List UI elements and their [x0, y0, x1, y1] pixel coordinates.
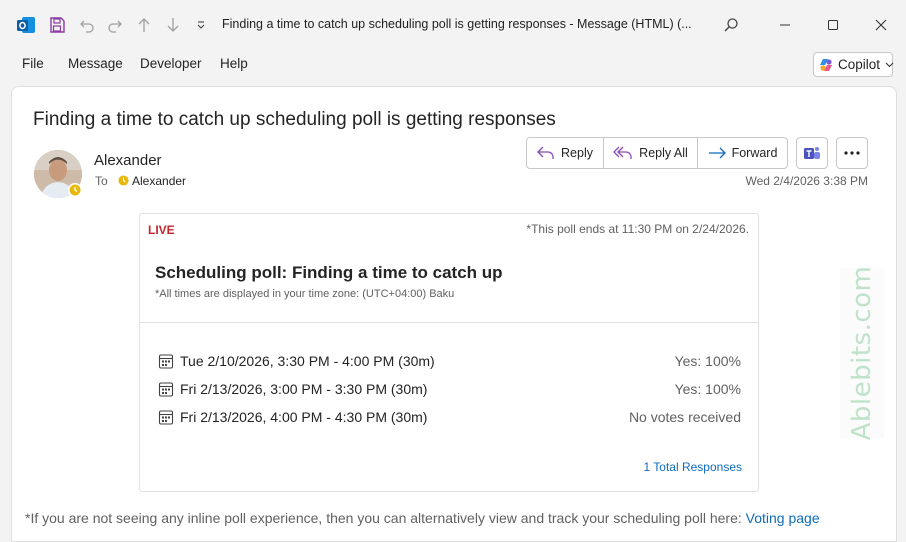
copilot-button[interactable]: Copilot — [813, 52, 894, 77]
close-icon[interactable] — [868, 12, 894, 38]
reply-icon — [537, 146, 555, 160]
maximize-icon[interactable] — [820, 12, 846, 38]
more-options-button[interactable] — [836, 137, 868, 169]
to-label: To — [95, 174, 108, 188]
menu-file[interactable]: File — [22, 56, 44, 71]
time-slot[interactable]: Fri 2/13/2026, 4:00 PM - 4:30 PM (30m) — [158, 407, 427, 427]
save-icon[interactable] — [46, 13, 68, 37]
calendar-icon — [158, 381, 174, 397]
undo-icon[interactable] — [76, 13, 98, 37]
reply-all-icon — [613, 146, 633, 160]
copilot-icon — [819, 58, 833, 72]
time-slot[interactable]: Tue 2/10/2026, 3:30 PM - 4:00 PM (30m) — [158, 351, 435, 371]
recipient-presence-icon — [118, 175, 129, 186]
message-subject: Finding a time to catch up scheduling po… — [33, 109, 556, 130]
time-slot-label: Tue 2/10/2026, 3:30 PM - 4:00 PM (30m) — [180, 353, 435, 369]
poll-status-badge: LIVE — [148, 223, 175, 237]
footer-note: *If you are not seeing any inline poll e… — [25, 510, 820, 526]
menu-developer[interactable]: Developer — [140, 56, 202, 71]
chevron-down-icon — [885, 60, 894, 69]
time-slot-label: Fri 2/13/2026, 3:00 PM - 3:30 PM (30m) — [180, 381, 428, 397]
timezone-note: *All times are displayed in your time zo… — [155, 288, 455, 300]
menu-message[interactable]: Message — [68, 56, 123, 71]
time-slot[interactable]: Fri 2/13/2026, 3:00 PM - 3:30 PM (30m) — [158, 379, 427, 399]
forward-button[interactable]: Forward — [698, 138, 787, 168]
more-icon — [844, 151, 860, 155]
teams-icon — [803, 145, 821, 161]
poll-divider — [140, 322, 758, 323]
watermark-text: Ablebits.com — [847, 265, 877, 441]
outlook-logo[interactable] — [14, 13, 38, 37]
vote-result: Yes: 100% — [674, 353, 741, 369]
menu-help[interactable]: Help — [220, 56, 248, 71]
window-title: Finding a time to catch up scheduling po… — [222, 17, 692, 31]
down-arrow-icon[interactable] — [163, 13, 183, 37]
forward-icon — [708, 146, 726, 160]
poll-end-note: *This poll ends at 11:30 PM on 2/24/2026… — [526, 222, 749, 236]
reply-label: Reply — [561, 146, 593, 160]
copilot-label: Copilot — [838, 57, 881, 72]
reply-all-label: Reply All — [639, 146, 688, 160]
minimize-icon[interactable] — [772, 12, 798, 38]
time-slot-label: Fri 2/13/2026, 4:00 PM - 4:30 PM (30m) — [180, 409, 428, 425]
calendar-icon — [158, 353, 174, 369]
vote-result: No votes received — [628, 409, 741, 425]
reply-all-button[interactable]: Reply All — [604, 138, 698, 168]
reply-actions-group: Reply Reply All Forward — [526, 137, 788, 169]
customize-chevron-icon[interactable] — [193, 13, 209, 37]
teams-button[interactable] — [796, 137, 828, 169]
footer-text: *If you are not seeing any inline poll e… — [25, 510, 742, 526]
presence-away-icon — [68, 183, 82, 197]
forward-label: Forward — [731, 146, 778, 160]
reply-button[interactable]: Reply — [527, 138, 604, 168]
calendar-icon — [158, 409, 174, 425]
search-icon[interactable] — [720, 13, 742, 37]
redo-icon[interactable] — [104, 13, 126, 37]
vote-result: Yes: 100% — [674, 381, 741, 397]
up-arrow-icon[interactable] — [134, 13, 154, 37]
recipient-name[interactable]: Alexander — [132, 174, 186, 188]
sender-name[interactable]: Alexander — [94, 152, 162, 169]
watermark: Ablebits.com — [840, 265, 884, 441]
message-date: Wed 2/4/2026 3:38 PM — [745, 174, 868, 188]
total-responses-link[interactable]: 1 Total Responses — [643, 460, 742, 474]
poll-title: Scheduling poll: Finding a time to catch… — [155, 263, 503, 282]
voting-page-link[interactable]: Voting page — [746, 510, 820, 526]
